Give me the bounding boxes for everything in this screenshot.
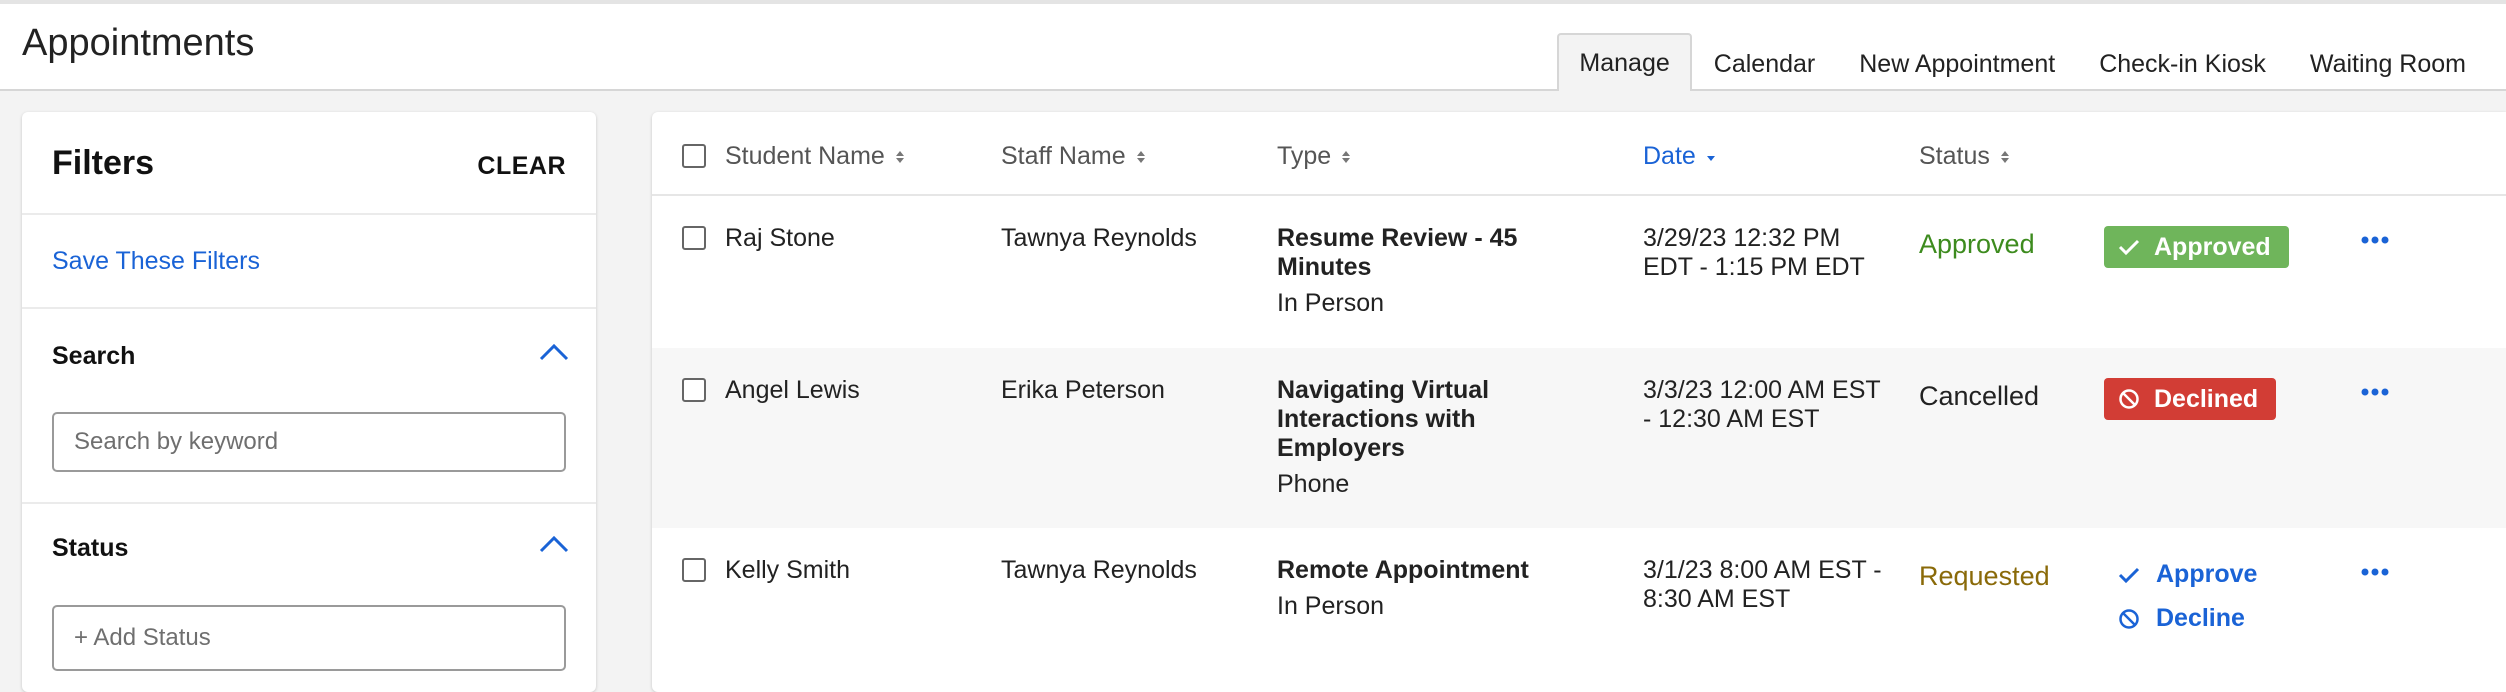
decline-label: Decline xyxy=(2156,604,2245,632)
column-header-status[interactable]: Status xyxy=(1919,142,2010,171)
appointments-table: Student Name Staff Name Type Date Status xyxy=(652,112,2506,692)
chevron-up-icon[interactable] xyxy=(538,342,570,362)
select-all-checkbox[interactable] xyxy=(682,144,706,168)
filters-header: Filters CLEAR xyxy=(22,112,596,215)
status-badge: Approved xyxy=(2104,226,2289,268)
table-row[interactable]: Raj Stone Tawnya Reynolds Resume Review … xyxy=(652,196,2506,348)
filters-title: Filters xyxy=(52,144,155,182)
clear-filters-button[interactable]: CLEAR xyxy=(477,152,566,181)
tab-waiting-room[interactable]: Waiting Room xyxy=(2288,35,2488,91)
approve-label: Approve xyxy=(2156,560,2258,588)
filters-panel: Filters CLEAR Save These Filters Search … xyxy=(22,112,596,692)
column-header-student[interactable]: Student Name xyxy=(725,142,905,171)
staff-name: Tawnya Reynolds xyxy=(1001,556,1197,584)
table-row[interactable]: Kelly Smith Tawnya Reynolds Remote Appoi… xyxy=(652,528,2506,692)
more-options-icon[interactable] xyxy=(2360,234,2390,246)
tab-bar: Manage Calendar New Appointment Check-in… xyxy=(1557,33,2488,91)
column-header-type[interactable]: Type xyxy=(1277,142,1351,171)
type-medium: In Person xyxy=(1277,289,1385,317)
appointment-date: 3/1/23 8:00 AM EST - 8:30 AM EST xyxy=(1643,556,1882,613)
staff-name: Erika Peterson xyxy=(1001,376,1165,404)
column-header-staff[interactable]: Staff Name xyxy=(1001,142,1146,171)
tab-manage[interactable]: Manage xyxy=(1557,33,1692,91)
column-label: Date xyxy=(1643,142,1696,170)
column-label: Student Name xyxy=(725,142,885,170)
status-text: Approved xyxy=(1919,229,2035,259)
appointment-type: Navigating Virtual Interactions with Emp… xyxy=(1277,376,1547,499)
search-section-title: Search xyxy=(52,342,136,370)
save-filters-link[interactable]: Save These Filters xyxy=(52,247,260,276)
type-title: Navigating Virtual Interactions with Emp… xyxy=(1277,376,1490,462)
appointment-date: 3/3/23 12:00 AM EST - 12:30 AM EST xyxy=(1643,376,1881,433)
tab-calendar[interactable]: Calendar xyxy=(1692,35,1837,91)
staff-name: Tawnya Reynolds xyxy=(1001,224,1197,252)
chevron-up-icon[interactable] xyxy=(538,534,570,554)
sort-icon xyxy=(895,150,904,163)
sort-icon xyxy=(1136,150,1145,163)
search-input[interactable] xyxy=(52,412,566,472)
page-header: Appointments Manage Calendar New Appoint… xyxy=(0,4,2506,91)
appointment-date: 3/29/23 12:32 PM EDT - 1:15 PM EDT xyxy=(1643,224,1865,281)
save-filters-section: Save These Filters xyxy=(22,215,596,309)
column-label: Status xyxy=(1919,142,1990,170)
student-name: Kelly Smith xyxy=(725,556,851,584)
decline-button[interactable]: Decline xyxy=(2118,604,2245,633)
student-name: Angel Lewis xyxy=(725,376,860,404)
appointment-type: Remote Appointment In Person xyxy=(1277,556,1547,621)
type-title: Resume Review - 45 Minutes xyxy=(1277,224,1518,281)
section-divider xyxy=(22,502,596,504)
sort-icon xyxy=(2000,150,2009,163)
tab-new-appointment[interactable]: New Appointment xyxy=(1837,35,2077,91)
ban-icon xyxy=(2119,608,2139,629)
check-icon xyxy=(2118,567,2140,583)
column-header-date[interactable]: Date xyxy=(1643,142,1716,171)
row-checkbox[interactable] xyxy=(682,558,706,582)
table-row[interactable]: Angel Lewis Erika Peterson Navigating Vi… xyxy=(652,348,2506,528)
ban-icon xyxy=(2119,389,2139,409)
appointment-type: Resume Review - 45 Minutes In Person xyxy=(1277,224,1547,318)
badge-label: Declined xyxy=(2154,384,2259,413)
approve-button[interactable]: Approve xyxy=(2118,560,2257,589)
row-checkbox[interactable] xyxy=(682,226,706,250)
status-input[interactable] xyxy=(52,605,566,671)
status-text: Requested xyxy=(1919,561,2050,591)
sort-icon xyxy=(1342,150,1351,163)
type-medium: In Person xyxy=(1277,592,1385,620)
more-options-icon[interactable] xyxy=(2360,386,2390,398)
tab-check-in-kiosk[interactable]: Check-in Kiosk xyxy=(2077,35,2288,91)
column-label: Staff Name xyxy=(1001,142,1126,170)
check-icon xyxy=(2118,239,2140,256)
type-medium: Phone xyxy=(1277,470,1350,498)
more-options-icon[interactable] xyxy=(2360,566,2390,578)
status-section-title: Status xyxy=(52,534,129,562)
column-label: Type xyxy=(1277,142,1332,170)
badge-label: Approved xyxy=(2154,232,2271,261)
row-checkbox[interactable] xyxy=(682,378,706,402)
status-badge: Declined xyxy=(2104,378,2277,420)
student-name: Raj Stone xyxy=(725,224,835,252)
status-text: Cancelled xyxy=(1919,381,2040,411)
page-title: Appointments xyxy=(22,22,255,64)
sort-desc-icon xyxy=(1706,155,1715,161)
table-header: Student Name Staff Name Type Date Status xyxy=(652,112,2506,196)
type-title: Remote Appointment xyxy=(1277,556,1529,584)
